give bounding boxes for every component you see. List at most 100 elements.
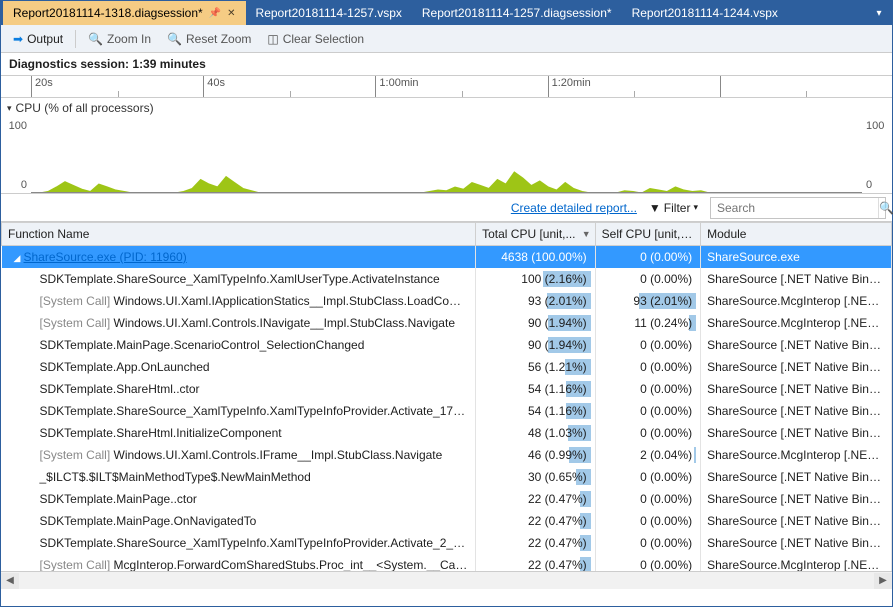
table-row[interactable]: [System Call] Windows.UI.Xaml.IApplicati…: [2, 290, 892, 312]
call-tree-table: Function Name Total CPU [unit,...▼ Self …: [1, 222, 892, 571]
system-call-prefix: [System Call]: [40, 316, 114, 330]
search-icon: 🔍: [879, 201, 893, 215]
module-cell: ShareSource [.NET Native Binary: S: [701, 488, 892, 510]
module-cell: ShareSource [.NET Native Binary: S: [701, 400, 892, 422]
y-min: 0: [21, 179, 27, 191]
function-name: SDKTemplate.ShareSource_XamlTypeInfo.Xam…: [40, 272, 440, 286]
table-row[interactable]: [System Call] McgInterop.ForwardComShare…: [2, 554, 892, 572]
create-report-link[interactable]: Create detailed report...: [511, 201, 637, 215]
total-cpu-cell: 4638 (100.00%): [476, 246, 596, 268]
scroll-right-icon[interactable]: ▶: [874, 573, 892, 589]
clear-selection-label: Clear Selection: [283, 32, 364, 46]
function-name: SDKTemplate.MainPage.ScenarioControl_Sel…: [40, 338, 365, 352]
function-name: Windows.UI.Xaml.Controls.INavigate__Impl…: [114, 316, 455, 330]
self-cpu-cell: 0 (0.00%): [595, 554, 700, 572]
table-row[interactable]: SDKTemplate.ShareSource_XamlTypeInfo.Xam…: [2, 268, 892, 290]
tab-report-1244[interactable]: Report20181114-1244.vspx: [622, 1, 788, 25]
filter-label: Filter: [664, 201, 691, 215]
module-cell: ShareSource.McgInterop [.NET Nat: [701, 554, 892, 572]
tab-report-1257-diag[interactable]: Report20181114-1257.diagsession*: [412, 1, 622, 25]
total-cpu-cell: 90 (1.94%): [476, 312, 596, 334]
function-name: Windows.UI.Xaml.Controls.IFrame__Impl.St…: [114, 448, 443, 462]
reset-zoom-label: Reset Zoom: [186, 32, 251, 46]
self-cpu-cell: 0 (0.00%): [595, 532, 700, 554]
zoom-in-button[interactable]: 🔍 Zoom In: [82, 29, 157, 49]
reset-zoom-button[interactable]: 🔍 Reset Zoom: [161, 29, 257, 49]
module-cell: ShareSource [.NET Native Binary: S: [701, 356, 892, 378]
horizontal-scrollbar[interactable]: ◀ ▶: [1, 571, 892, 589]
filter-row: Create detailed report... ▼ Filter ▾ 🔍 ▾: [1, 194, 892, 222]
total-cpu-cell: 46 (0.99%): [476, 444, 596, 466]
table-row[interactable]: SDKTemplate.MainPage.OnNavigatedTo22 (0.…: [2, 510, 892, 532]
module-cell: ShareSource [.NET Native Binary: S: [701, 422, 892, 444]
close-icon[interactable]: ✕: [227, 8, 235, 19]
ruler-tick: 40s: [203, 76, 375, 97]
table-row[interactable]: SDKTemplate.App.OnLaunched56 (1.21%)0 (0…: [2, 356, 892, 378]
output-button[interactable]: ➡ Output: [7, 29, 69, 49]
self-cpu-cell: 0 (0.00%): [595, 510, 700, 532]
zoom-in-label: Zoom In: [107, 32, 151, 46]
total-cpu-cell: 93 (2.01%): [476, 290, 596, 312]
system-call-prefix: [System Call]: [40, 294, 114, 308]
tab-report-1257-vspx[interactable]: Report20181114-1257.vspx: [246, 1, 412, 25]
session-info: Diagnostics session: 1:39 minutes: [1, 53, 892, 76]
table-row[interactable]: SDKTemplate.ShareHtml..ctor54 (1.16%)0 (…: [2, 378, 892, 400]
cpu-section-header[interactable]: ▾ CPU (% of all processors): [1, 98, 892, 118]
self-cpu-cell: 0 (0.00%): [595, 400, 700, 422]
tab-report-1318[interactable]: Report20181114-1318.diagsession* 📌 ✕: [3, 1, 246, 25]
y-max: 100: [866, 120, 884, 132]
zoom-in-icon: 🔍: [88, 32, 103, 46]
self-cpu-cell: 93 (2.01%): [595, 290, 700, 312]
ruler-tick: 20s: [31, 76, 203, 97]
column-header-total-cpu[interactable]: Total CPU [unit,...▼: [476, 223, 596, 246]
module-cell: ShareSource [.NET Native Binary: S: [701, 466, 892, 488]
self-cpu-cell: 2 (0.04%): [595, 444, 700, 466]
document-tabbar: Report20181114-1318.diagsession* 📌 ✕ Rep…: [1, 1, 892, 25]
function-name: SDKTemplate.MainPage.OnNavigatedTo: [40, 514, 257, 528]
expand-icon[interactable]: ◢: [14, 253, 24, 264]
column-header-function[interactable]: Function Name: [2, 223, 476, 246]
search-input[interactable]: [711, 201, 878, 215]
table-row[interactable]: SDKTemplate.ShareSource_XamlTypeInfo.Xam…: [2, 400, 892, 422]
chevron-down-icon: ▾: [693, 202, 698, 213]
module-cell: ShareSource [.NET Native Binary: S: [701, 378, 892, 400]
session-info-value: 1:39 minutes: [132, 57, 205, 71]
separator: [75, 30, 76, 48]
table-row[interactable]: [System Call] Windows.UI.Xaml.Controls.I…: [2, 312, 892, 334]
clear-selection-button[interactable]: ◫ Clear Selection: [261, 29, 370, 49]
table-row[interactable]: SDKTemplate.ShareHtml.InitializeComponen…: [2, 422, 892, 444]
search-box: 🔍 ▾: [710, 197, 886, 219]
tab-label: Report20181114-1257.vspx: [256, 6, 402, 20]
table-row[interactable]: ◢ShareSource.exe (PID: 11960) 4638 (100.0…: [2, 246, 892, 268]
module-cell: ShareSource.McgInterop [.NET Nat: [701, 290, 892, 312]
y-axis-left: 100 0: [1, 118, 31, 193]
filter-button[interactable]: ▼ Filter ▾: [645, 199, 702, 217]
column-header-self-cpu[interactable]: Self CPU [unit, %]: [595, 223, 700, 246]
tab-label: Report20181114-1257.diagsession*: [422, 6, 612, 20]
function-name: SDKTemplate.ShareSource_XamlTypeInfo.Xam…: [40, 404, 476, 418]
toolbar: ➡ Output 🔍 Zoom In 🔍 Reset Zoom ◫ Clear …: [1, 25, 892, 53]
pin-icon[interactable]: 📌: [209, 8, 221, 19]
total-cpu-cell: 54 (1.16%): [476, 378, 596, 400]
self-cpu-cell: 11 (0.24%): [595, 312, 700, 334]
table-row[interactable]: _$ILCT$.$ILT$MainMethodType$.NewMainMeth…: [2, 466, 892, 488]
table-row[interactable]: [System Call] Windows.UI.Xaml.Controls.I…: [2, 444, 892, 466]
table-row[interactable]: SDKTemplate.ShareSource_XamlTypeInfo.Xam…: [2, 532, 892, 554]
module-cell: ShareSource [.NET Native Binary: S: [701, 268, 892, 290]
cpu-chart[interactable]: 100 0 100 0: [1, 118, 892, 194]
timeline-ruler[interactable]: 20s 40s 1:00min 1:20min: [1, 76, 892, 98]
total-cpu-cell: 22 (0.47%): [476, 488, 596, 510]
scroll-left-icon[interactable]: ◀: [1, 573, 19, 589]
overflow-menu-icon[interactable]: ▾: [870, 4, 888, 22]
cpu-section-label: CPU (% of all processors): [16, 101, 154, 115]
column-header-module[interactable]: Module: [701, 223, 892, 246]
search-go-button[interactable]: 🔍 ▾: [878, 198, 893, 218]
system-call-prefix: [System Call]: [40, 448, 114, 462]
chart-area[interactable]: [31, 118, 862, 193]
self-cpu-cell: 0 (0.00%): [595, 334, 700, 356]
module-cell: ShareSource.McgInterop [.NET Nat: [701, 444, 892, 466]
self-cpu-cell: 0 (0.00%): [595, 268, 700, 290]
table-row[interactable]: SDKTemplate.MainPage..ctor22 (0.47%)0 (0…: [2, 488, 892, 510]
table-row[interactable]: SDKTemplate.MainPage.ScenarioControl_Sel…: [2, 334, 892, 356]
function-name: ShareSource.exe (PID: 11960): [24, 250, 187, 264]
